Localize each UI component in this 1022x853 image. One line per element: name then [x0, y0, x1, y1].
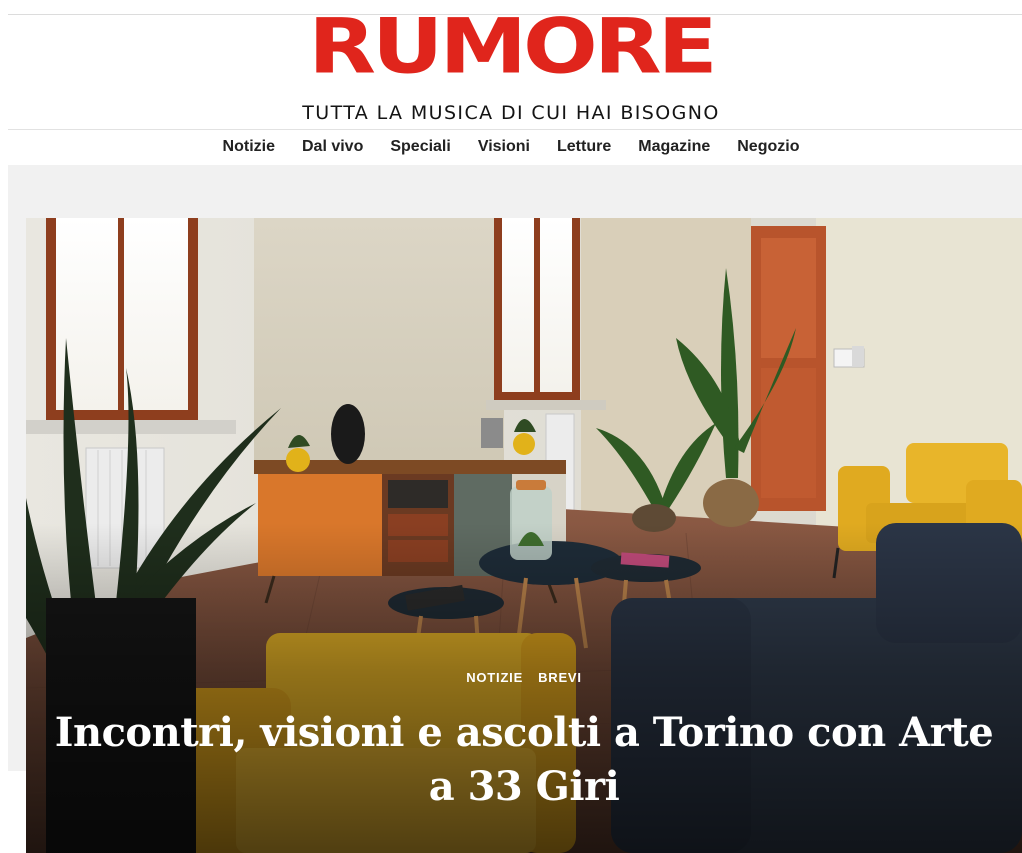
nav-item-speciali[interactable]: Speciali: [390, 136, 450, 160]
site-tagline: TUTTA LA MUSICA DI CUI HAI BISOGNO: [302, 102, 720, 124]
nav-item-negozio[interactable]: Negozio: [737, 136, 799, 160]
article-title[interactable]: Incontri, visioni e ascolti a Torino con…: [46, 706, 1002, 814]
category-notizie[interactable]: NOTIZIE: [466, 670, 523, 685]
nav-divider: [8, 129, 1022, 130]
featured-article[interactable]: NOTIZIE BREVI Incontri, visioni e ascolt…: [26, 218, 1022, 853]
nav-item-dal-vivo[interactable]: Dal vivo: [302, 136, 363, 160]
nav-item-letture[interactable]: Letture: [557, 136, 611, 160]
article-categories: NOTIZIE BREVI: [26, 670, 1022, 685]
main-nav: Notizie Dal vivo Speciali Visioni Lettur…: [0, 136, 1022, 160]
nav-item-magazine[interactable]: Magazine: [638, 136, 710, 160]
category-brevi[interactable]: BREVI: [538, 670, 582, 685]
site-logo[interactable]: RUMORE: [0, 8, 1022, 85]
nav-item-notizie[interactable]: Notizie: [223, 136, 275, 160]
nav-item-visioni[interactable]: Visioni: [478, 136, 530, 160]
